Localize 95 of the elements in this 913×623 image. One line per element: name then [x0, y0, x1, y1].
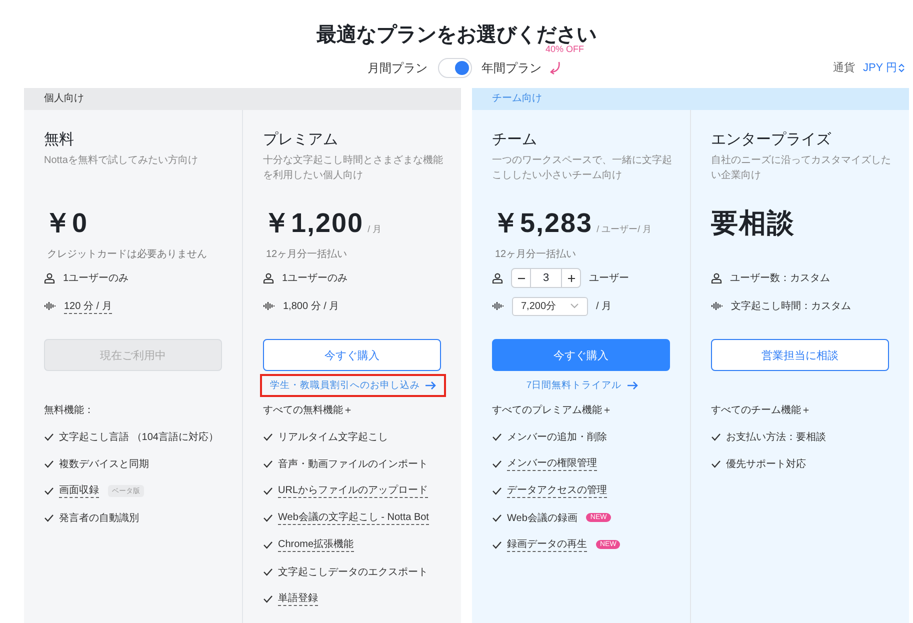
curved-arrow-icon [548, 61, 562, 75]
check-icon [492, 432, 502, 440]
check-icon [492, 514, 502, 522]
check-icon [711, 432, 721, 440]
plan-price: ￥1,200 [263, 207, 364, 240]
price-unit: / ユーザー/ 月 [596, 223, 652, 236]
minutes-limit: 文字起こし時間：カスタム [731, 300, 851, 313]
plan-link[interactable]: 学生・教職員割引へのお申し込み [260, 374, 446, 396]
user-limit: 1ユーザーのみ [282, 272, 348, 285]
user-icon [492, 272, 503, 284]
plan-name: エンタープライズ [711, 130, 832, 150]
user-limit: 1ユーザーのみ [63, 272, 129, 285]
feature-text: Chrome拡張機能 [278, 537, 354, 552]
user-count-value: 3 [530, 269, 562, 287]
chevron-down-icon [570, 303, 579, 309]
plan-button[interactable]: 今すぐ購入 [263, 339, 441, 371]
page-title: 最適なプランをお選びください [316, 22, 598, 46]
check-icon [44, 460, 54, 468]
waveform-icon [263, 301, 275, 311]
waveform-icon [44, 301, 56, 311]
check-icon [263, 432, 273, 440]
feature-text: URLからファイルのアップロード [278, 483, 428, 498]
plan-button[interactable]: 今すぐ購入 [492, 339, 670, 371]
feature-text: 画面収録 [59, 483, 99, 498]
user-icon [44, 272, 55, 284]
price-note: 12ヶ月分一括払い [266, 249, 348, 260]
plan-price: ￥0 [44, 207, 88, 240]
arrow-right-icon [425, 380, 436, 390]
feature-text: Web会議の録画 [507, 512, 578, 524]
plan-description: 自社のニーズに沿ってカスタマイズしたい企業向け [711, 154, 891, 183]
plan-button[interactable]: 営業担当に相談 [711, 339, 889, 371]
waveform-icon [711, 301, 723, 311]
feature-text: 音声・動画ファイルのインポート [278, 458, 428, 470]
group-header: チーム向け [472, 88, 909, 110]
monthly-plan-label[interactable]: 月間プラン [368, 60, 428, 76]
waveform-icon [492, 301, 504, 311]
check-icon [492, 540, 502, 548]
check-icon [263, 594, 273, 602]
check-icon [492, 460, 502, 468]
feature-text: 発言者の自動識別 [59, 512, 139, 524]
feature-text: 文字起こしデータのエクスポート [278, 566, 428, 578]
user-unit: ユーザー [589, 272, 629, 285]
plan-price: 要相談 [711, 207, 795, 240]
feature-text: 単語登録 [278, 591, 318, 606]
features-heading: 無料機能： [44, 404, 95, 418]
feature-text: Web会議の文字起こし - Notta Bot [278, 510, 429, 525]
plan-name: 無料 [44, 130, 75, 150]
plan-link[interactable]: 7日間無料トライアル [516, 374, 648, 396]
check-icon [492, 486, 502, 494]
feature-text: データアクセスの管理 [507, 483, 607, 498]
feature-text: メンバーの権限管理 [507, 456, 597, 471]
feature-text: 文字起こし言語 （104言語に対応） [59, 430, 218, 444]
currency-select[interactable]: JPY 円 [862, 60, 905, 75]
feature-text: メンバーの追加・削除 [507, 430, 607, 444]
minutes-limit: 1,800 分 / 月 [283, 300, 340, 313]
check-icon [263, 514, 273, 522]
feature-text: リアルタイム文字起こし [278, 430, 388, 444]
minutes-unit: / 月 [596, 300, 612, 313]
feature-text: お支払い方法：要相談 [726, 430, 826, 444]
plan-name: チーム [492, 130, 538, 150]
currency-label: 通貨 [832, 60, 855, 75]
feature-text: 録画データの再生 [507, 537, 587, 552]
check-icon [263, 568, 273, 576]
features-heading: すべての無料機能＋ [263, 404, 354, 418]
feature-text: 優先サポート対応 [726, 458, 806, 470]
check-icon [263, 486, 273, 494]
check-icon [711, 460, 721, 468]
discount-label: 40% OFF [546, 44, 584, 54]
check-icon [44, 514, 54, 522]
billing-toggle[interactable] [438, 58, 472, 78]
plan-description: 一つのワークスペースで、一緒に文字起こししたい小さいチーム向け [492, 154, 672, 183]
yearly-plan-label[interactable]: 年間プラン [482, 60, 542, 76]
price-note: 12ヶ月分一括払い [495, 249, 576, 260]
plan-name: プレミアム [263, 130, 339, 150]
price-unit: / 月 [368, 223, 382, 236]
user-count-stepper[interactable]: 3 [511, 268, 581, 288]
check-icon [263, 460, 273, 468]
group-header: 個人向け [24, 88, 461, 110]
plan-description: 十分な文字起こし時間とさまざまな機能を利用したい個人向け [263, 154, 443, 183]
arrow-right-icon [626, 380, 638, 390]
check-icon [44, 486, 54, 494]
minutes-select[interactable]: 7,200分 [512, 296, 588, 316]
check-icon [263, 540, 273, 548]
minutes-limit: 120 分 / 月 [64, 298, 112, 314]
user-limit: ユーザー数：カスタム [730, 272, 830, 285]
user-icon [263, 272, 274, 284]
check-icon [44, 432, 54, 440]
user-icon [711, 272, 722, 284]
sort-caret-icon [898, 62, 905, 72]
feature-text: 複数デバイスと同期 [59, 458, 149, 470]
features-heading: すべてのチーム機能＋ [711, 404, 812, 418]
features-heading: すべてのプレミアム機能＋ [492, 404, 613, 418]
plan-price: ￥5,283 [492, 207, 593, 240]
plan-description: Nottaを無料で試してみたい方向け [44, 154, 199, 168]
price-note: クレジットカードは必要ありません [47, 249, 207, 260]
